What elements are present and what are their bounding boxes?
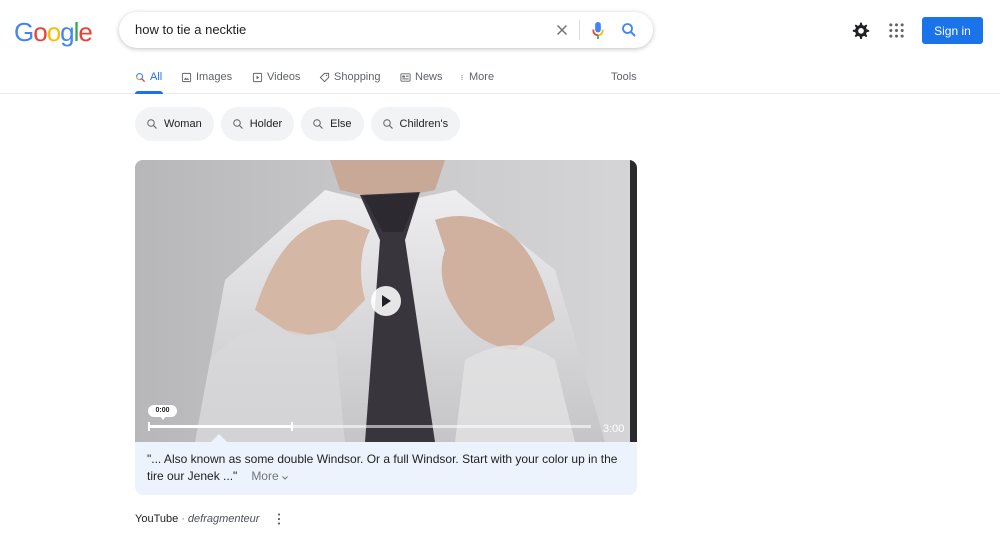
tab-label: All	[150, 71, 163, 83]
refinement-chips: Woman Holder Else Children's	[135, 107, 461, 141]
search-icon	[232, 119, 243, 129]
highlight-end-marker	[290, 422, 293, 431]
tab-label: Shopping	[334, 71, 381, 83]
play-icon	[382, 295, 391, 307]
video-icon	[252, 72, 263, 82]
tab-label: Images	[196, 71, 233, 83]
chip-label: Holder	[249, 118, 283, 130]
tools-button[interactable]: Tools	[611, 70, 637, 84]
chip-else[interactable]: Else	[301, 107, 364, 141]
more-vert-icon	[461, 74, 463, 80]
sign-in-button[interactable]: Sign in	[922, 17, 983, 44]
google-logo[interactable]: Google	[14, 17, 93, 48]
logo-letter: o	[33, 17, 48, 47]
caption-pointer	[211, 434, 227, 442]
tab-videos[interactable]: Videos	[252, 70, 300, 84]
gear-icon[interactable]	[851, 21, 871, 41]
logo-letter: e	[78, 17, 93, 47]
tab-images[interactable]: Images	[181, 70, 232, 84]
video-progress-highlight	[148, 425, 292, 428]
logo-letter: G	[14, 17, 34, 47]
logo-letter: g	[60, 17, 75, 47]
search-divider	[579, 20, 580, 40]
source-separator: ·	[181, 513, 185, 525]
tools-label: Tools	[611, 71, 637, 83]
clear-icon[interactable]	[553, 21, 571, 39]
source-author: defragmenteur	[187, 513, 260, 525]
tag-icon	[319, 72, 330, 82]
tab-shopping[interactable]: Shopping	[319, 70, 381, 84]
news-icon	[400, 72, 411, 82]
chip-label: Else	[330, 118, 352, 130]
snippet-text: "... Also known as some double Windsor. …	[147, 452, 618, 483]
more-link[interactable]: More	[251, 469, 288, 483]
chip-holder[interactable]: Holder	[220, 107, 295, 141]
tab-more[interactable]: More	[459, 70, 494, 84]
tab-label: Videos	[267, 71, 301, 83]
search-icon	[313, 119, 323, 129]
current-time-bubble: 0:00	[148, 405, 177, 420]
video-player[interactable]: 0:00 3:00	[135, 160, 637, 442]
logo-letter: o	[46, 17, 62, 47]
search-input[interactable]	[135, 22, 535, 37]
source-site[interactable]: YouTube	[135, 513, 178, 525]
chevron-down-icon	[282, 476, 288, 480]
search-icon[interactable]	[620, 21, 638, 39]
search-box	[119, 12, 653, 48]
play-button[interactable]	[371, 286, 401, 316]
apps-grid-icon[interactable]	[888, 22, 905, 39]
search-icon	[382, 119, 393, 129]
image-icon	[181, 72, 192, 82]
highlight-start-marker	[148, 422, 150, 431]
more-options-icon[interactable]	[277, 513, 281, 525]
microphone-icon[interactable]	[591, 21, 605, 40]
tab-all[interactable]: All	[135, 70, 162, 84]
chip-childrens[interactable]: Children's	[370, 107, 461, 141]
result-source: YouTube · defragmenteur	[135, 513, 281, 525]
video-progress-track[interactable]	[148, 422, 591, 431]
chip-woman[interactable]: Woman	[135, 107, 214, 141]
chip-label: Children's	[399, 118, 449, 130]
more-label: More	[251, 469, 279, 483]
tab-label: News	[415, 71, 443, 83]
video-duration: 3:00	[603, 423, 625, 435]
search-tabs: All Images Videos Shopping News More Too…	[0, 60, 1000, 94]
video-transcript-snippet: "... Also known as some double Windsor. …	[135, 442, 637, 495]
search-icon	[147, 119, 157, 129]
search-icon	[136, 72, 146, 82]
tab-news[interactable]: News	[400, 70, 443, 84]
active-tab-indicator	[135, 91, 163, 94]
tab-label: More	[469, 71, 495, 83]
chip-label: Woman	[164, 118, 202, 130]
